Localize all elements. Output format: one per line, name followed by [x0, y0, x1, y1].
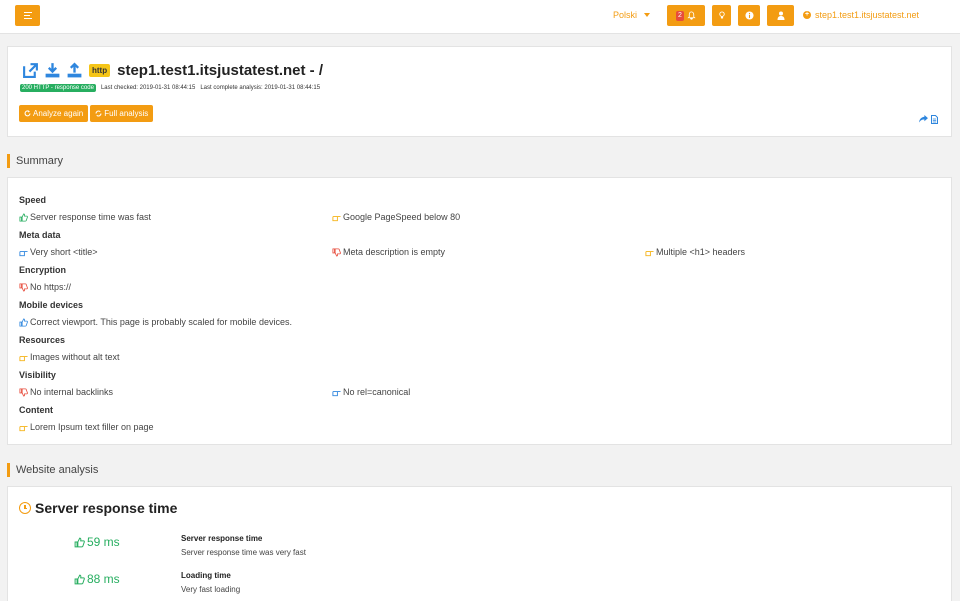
metric-value: 88 ms [74, 572, 120, 586]
clock-icon [19, 502, 31, 514]
section-accent-bar [7, 463, 10, 477]
category-encryption: Encryption [19, 265, 67, 275]
share-icon[interactable] [919, 115, 928, 123]
summary-heading: Summary [7, 154, 63, 168]
summary-item: Multiple <h1> headers [645, 247, 745, 257]
analyze-again-button[interactable]: Analyze again [19, 105, 89, 122]
pointing-hand-icon [19, 250, 28, 256]
status-row: 200 HTTP - response code Last checked: 2… [20, 84, 320, 92]
server-response-card: Server response time 59 ms Server respon… [7, 486, 952, 601]
summary-item: No https:// [19, 282, 71, 292]
bell-icon [687, 11, 696, 20]
thumbs-up-icon [19, 317, 28, 327]
pointing-hand-icon [332, 215, 341, 221]
plus-circle-icon: + [803, 11, 811, 19]
category-visibility: Visibility [19, 370, 56, 380]
summary-item: Correct viewport. This page is probably … [19, 317, 292, 327]
thumbs-down-icon [19, 282, 28, 292]
website-analysis-heading-label: Website analysis [16, 464, 99, 476]
category-resources: Resources [19, 335, 66, 345]
section-accent-bar [7, 154, 10, 168]
language-label: Polski [613, 10, 638, 20]
caret-down-icon [644, 13, 651, 17]
user-button[interactable] [767, 5, 794, 26]
info-button[interactable] [738, 5, 760, 26]
metric-description: Very fast loading [181, 585, 241, 594]
info-icon [744, 11, 754, 20]
summary-card: Speed Server response time was fast Goog… [7, 177, 952, 445]
page-title-row: http step1.test1.itsjustatest.net - / [22, 62, 323, 79]
website-analysis-heading: Website analysis [7, 463, 98, 477]
summary-item: Very short <title> [19, 247, 98, 257]
page-header-card: http step1.test1.itsjustatest.net - / 20… [7, 46, 952, 137]
pointing-hand-icon [645, 250, 654, 256]
document-icon[interactable] [931, 115, 938, 124]
category-meta-data: Meta data [19, 230, 61, 240]
download-icon[interactable] [44, 62, 61, 79]
menu-icon [23, 12, 32, 19]
lightbulb-icon [718, 11, 725, 19]
add-site-link[interactable]: + step1.test1.itsjustatest.net [803, 10, 919, 20]
category-speed: Speed [19, 195, 47, 205]
pointing-hand-icon [332, 390, 341, 396]
refresh-icon [24, 110, 31, 117]
pointing-hand-icon [19, 355, 28, 361]
summary-item: No internal backlinks [19, 387, 113, 397]
server-response-title-label: Server response time [35, 500, 178, 516]
thumbs-up-icon [19, 212, 28, 222]
summary-item: Server response time was fast [19, 212, 151, 222]
last-complete-analysis-text: Last complete analysis: 2019-01-31 08:44… [200, 85, 321, 91]
protocol-badge: http [89, 64, 111, 77]
top-navbar: Polski 2 + step1.test1.itsjustatest.net [0, 0, 960, 34]
summary-heading-label: Summary [16, 155, 64, 167]
upload-icon[interactable] [66, 62, 83, 79]
full-analysis-label: Full analysis [104, 109, 149, 118]
summary-item: Lorem Ipsum text filler on page [19, 422, 154, 432]
page-title: step1.test1.itsjustatest.net - / [117, 62, 324, 79]
thumbs-down-icon [19, 387, 28, 397]
external-link-icon[interactable] [22, 62, 39, 79]
summary-item: Images without alt text [19, 352, 120, 362]
status-badge: 200 HTTP - response code [20, 84, 96, 92]
alerts-count-badge: 2 [676, 10, 684, 21]
summary-item: Meta description is empty [332, 247, 445, 257]
menu-toggle-button[interactable] [15, 5, 40, 26]
thumbs-up-icon [74, 574, 85, 584]
alerts-button[interactable]: 2 [667, 5, 705, 26]
summary-item: Google PageSpeed below 80 [332, 212, 460, 222]
thumbs-up-icon [74, 537, 85, 547]
refresh-icon [95, 110, 102, 117]
action-buttons: Analyze again Full analysis [19, 105, 154, 122]
category-content: Content [19, 405, 53, 415]
user-icon [777, 11, 784, 20]
full-analysis-button[interactable]: Full analysis [90, 105, 154, 122]
metric-label: Server response time [181, 534, 263, 543]
share-tools [919, 115, 938, 124]
server-response-title: Server response time [19, 500, 177, 516]
language-selector[interactable]: Polski [613, 10, 651, 20]
site-link-label: step1.test1.itsjustatest.net [815, 10, 920, 20]
analyze-again-label: Analyze again [33, 109, 84, 118]
metric-label: Loading time [181, 571, 231, 580]
metric-value: 59 ms [74, 535, 120, 549]
thumbs-down-icon [332, 247, 341, 257]
category-mobile-devices: Mobile devices [19, 300, 84, 310]
summary-item: No rel=canonical [332, 387, 410, 397]
last-checked-text: Last checked: 2019-01-31 08:44:15 [100, 85, 196, 91]
tips-button[interactable] [712, 5, 731, 26]
pointing-hand-icon [19, 425, 28, 431]
metric-description: Server response time was very fast [181, 548, 306, 557]
